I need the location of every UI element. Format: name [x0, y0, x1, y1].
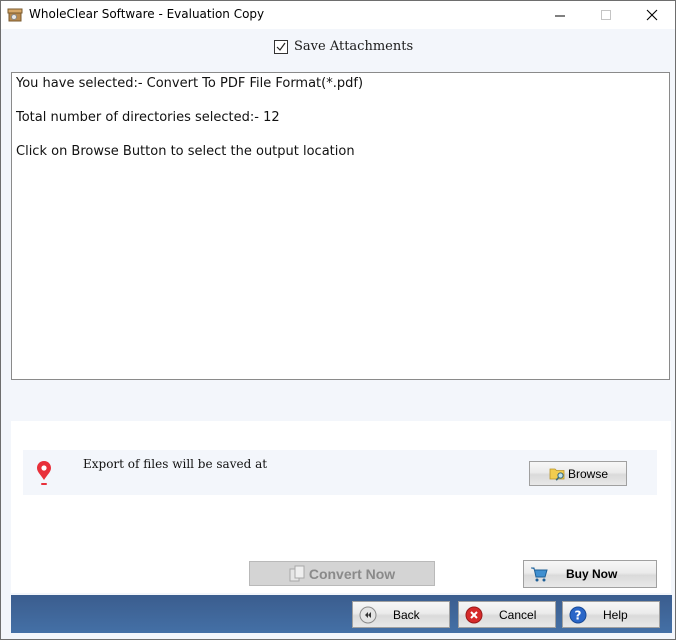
- convert-now-label: Convert Now: [308, 565, 396, 582]
- minimize-button[interactable]: [537, 1, 583, 29]
- export-location-row: Export of files will be saved at Browse: [23, 450, 657, 495]
- close-button[interactable]: [629, 1, 675, 29]
- folder-search-icon: [549, 468, 565, 481]
- help-button[interactable]: ? Help: [562, 601, 660, 628]
- browse-label: Browse: [568, 466, 609, 481]
- help-icon: ?: [569, 606, 587, 623]
- export-panel: Export of files will be saved at Browse …: [11, 421, 671, 593]
- buy-now-label: Buy Now: [566, 567, 618, 581]
- convert-documents-icon: [289, 565, 305, 581]
- save-attachments-checkbox[interactable]: [274, 39, 288, 54]
- shopping-cart-icon: [531, 567, 548, 582]
- navigation-bar: Back Cancel ? Help: [11, 595, 672, 633]
- maximize-icon: [600, 9, 611, 20]
- title-bar: WholeClear Software - Evaluation Copy: [1, 1, 675, 29]
- log-line-selected-format: You have selected:- Convert To PDF File …: [16, 76, 364, 91]
- buy-now-button[interactable]: Buy Now: [523, 560, 657, 588]
- cancel-button[interactable]: Cancel: [458, 601, 556, 628]
- status-log: You have selected:- Convert To PDF File …: [11, 72, 670, 380]
- save-attachments-label: Save Attachments: [294, 39, 414, 54]
- back-arrow-icon: [359, 606, 377, 623]
- save-attachments-option[interactable]: Save Attachments: [274, 39, 413, 54]
- checkmark-icon: [276, 42, 286, 51]
- cancel-label: Cancel: [499, 607, 537, 622]
- browse-button[interactable]: Browse: [529, 461, 627, 486]
- back-button[interactable]: Back: [352, 601, 450, 628]
- minimize-icon: [554, 15, 565, 16]
- back-label: Back: [393, 607, 420, 622]
- close-icon: [646, 9, 658, 21]
- export-location-label: Export of files will be saved at: [83, 457, 268, 471]
- window-title: WholeClear Software - Evaluation Copy: [29, 7, 265, 21]
- log-line-directory-count: Total number of directories selected:- 1…: [16, 110, 280, 125]
- app-logo-icon: [7, 8, 23, 22]
- maximize-button[interactable]: [583, 1, 629, 29]
- convert-now-button[interactable]: Convert Now: [249, 561, 435, 586]
- log-line-browse-hint: Click on Browse Button to select the out…: [16, 144, 355, 159]
- app-window: WholeClear Software - Evaluation Copy Sa…: [0, 0, 676, 640]
- cancel-icon: [465, 606, 483, 623]
- svg-text:?: ?: [575, 608, 582, 622]
- help-label: Help: [603, 607, 628, 622]
- location-pin-icon: [37, 461, 51, 485]
